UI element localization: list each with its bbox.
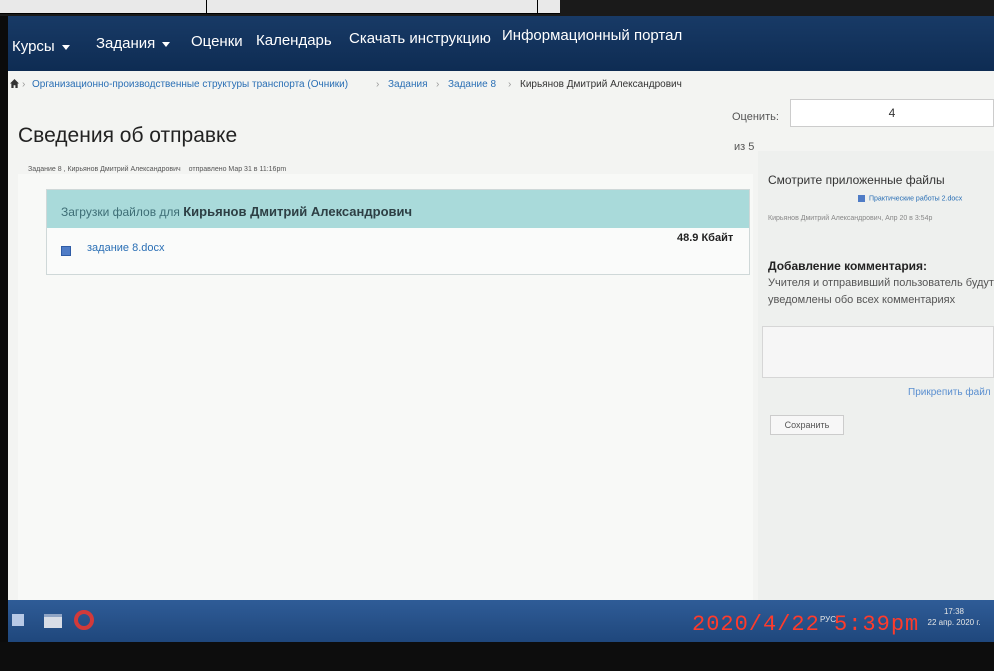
attachments-title: Смотрите приложенные файлы [768, 173, 945, 187]
grade-label: Оценить: [732, 111, 779, 123]
breadcrumb-separator: › [376, 79, 380, 90]
top-navbar: Курсы Задания Оценки Календарь Скачать и… [8, 16, 994, 71]
attach-file-link[interactable]: Прикрепить файл [908, 387, 991, 398]
grade-out-of: из 5 [734, 141, 755, 153]
main-content: Загрузки файлов для Кирьянов Дмитрий Але… [18, 174, 753, 629]
breadcrumb-separator: › [436, 79, 440, 90]
document-icon [61, 246, 71, 256]
breadcrumb-assignments[interactable]: Задания [388, 79, 428, 90]
photo: Курсы Задания Оценки Календарь Скачать и… [0, 0, 994, 671]
nav-grades[interactable]: Оценки [191, 33, 243, 50]
comment-textarea[interactable] [762, 326, 994, 378]
meta-sent-time: отправлено Мар 31 в 11:16pm [188, 166, 287, 173]
file-row: задание 8.docx 48.9 Кбайт [47, 228, 749, 274]
nav-download-instructions[interactable]: Скачать инструкцию [349, 30, 491, 47]
nav-info-portal[interactable]: Информационный портал [502, 27, 682, 44]
file-uploads-box: Загрузки файлов для Кирьянов Дмитрий Але… [46, 189, 750, 275]
camera-date-stamp: 2020/4/22 5:39pm [692, 612, 920, 637]
attachment-author: Кирьянов Дмитрий Александрович, Апр 20 в… [768, 215, 933, 222]
grade-input[interactable]: 4 [790, 99, 994, 127]
chevron-down-icon [61, 44, 70, 50]
file-size: 48.9 Кбайт [677, 232, 734, 244]
attachment-link[interactable]: Практические работы 2.docx [858, 195, 962, 202]
frame-top [0, 0, 994, 16]
taskbar-clock[interactable]: 17:38 22 апр. 2020 г. [914, 606, 994, 628]
comment-help-text: Учителя и отправивший пользователь будут… [768, 277, 994, 306]
chevron-down-icon [162, 41, 171, 47]
document-icon [858, 195, 865, 202]
breadcrumb-assignment-8[interactable]: Задание 8 [448, 79, 496, 90]
clock-time: 17:38 [943, 607, 965, 616]
breadcrumb-separator: › [22, 79, 26, 90]
page-title: Сведения об отправке [18, 124, 238, 147]
paper-strip [0, 0, 560, 14]
breadcrumb-separator: › [508, 79, 512, 90]
breadcrumb-course[interactable]: Организационно-производственные структур… [32, 79, 348, 90]
right-sidebar: Смотрите приложенные файлы Практические … [758, 151, 994, 621]
breadcrumb-student: Кирьянов Дмитрий Александрович [520, 79, 682, 90]
file-uploads-header: Загрузки файлов для Кирьянов Дмитрий Але… [47, 190, 749, 228]
clock-date: 22 апр. 2020 г. [927, 618, 981, 627]
save-button[interactable]: Сохранить [770, 415, 844, 435]
windows-start-icon[interactable] [12, 614, 24, 626]
submission-meta: Задание 8 , Кирьянов Дмитрий Александров… [28, 166, 292, 173]
nav-courses[interactable]: Курсы [12, 38, 70, 55]
home-icon[interactable] [10, 79, 19, 88]
store-icon[interactable] [44, 614, 62, 628]
monitor-bezel [0, 642, 994, 671]
meta-assignment: Задание 8 , Кирьянов Дмитрий Александров… [28, 166, 181, 173]
file-link[interactable]: задание 8.docx [87, 242, 165, 254]
opera-browser-icon[interactable] [74, 610, 94, 630]
file-uploads-student-name: Кирьянов Дмитрий Александрович [183, 204, 413, 219]
file-uploads-header-prefix: Загрузки файлов для [61, 205, 180, 219]
breadcrumb: › Организационно-производственные структ… [8, 76, 994, 96]
nav-assignments[interactable]: Задания [96, 35, 171, 52]
nav-calendar[interactable]: Календарь [256, 32, 332, 49]
monitor-screen: Курсы Задания Оценки Календарь Скачать и… [8, 16, 994, 642]
comment-title: Добавление комментария: [768, 259, 928, 273]
